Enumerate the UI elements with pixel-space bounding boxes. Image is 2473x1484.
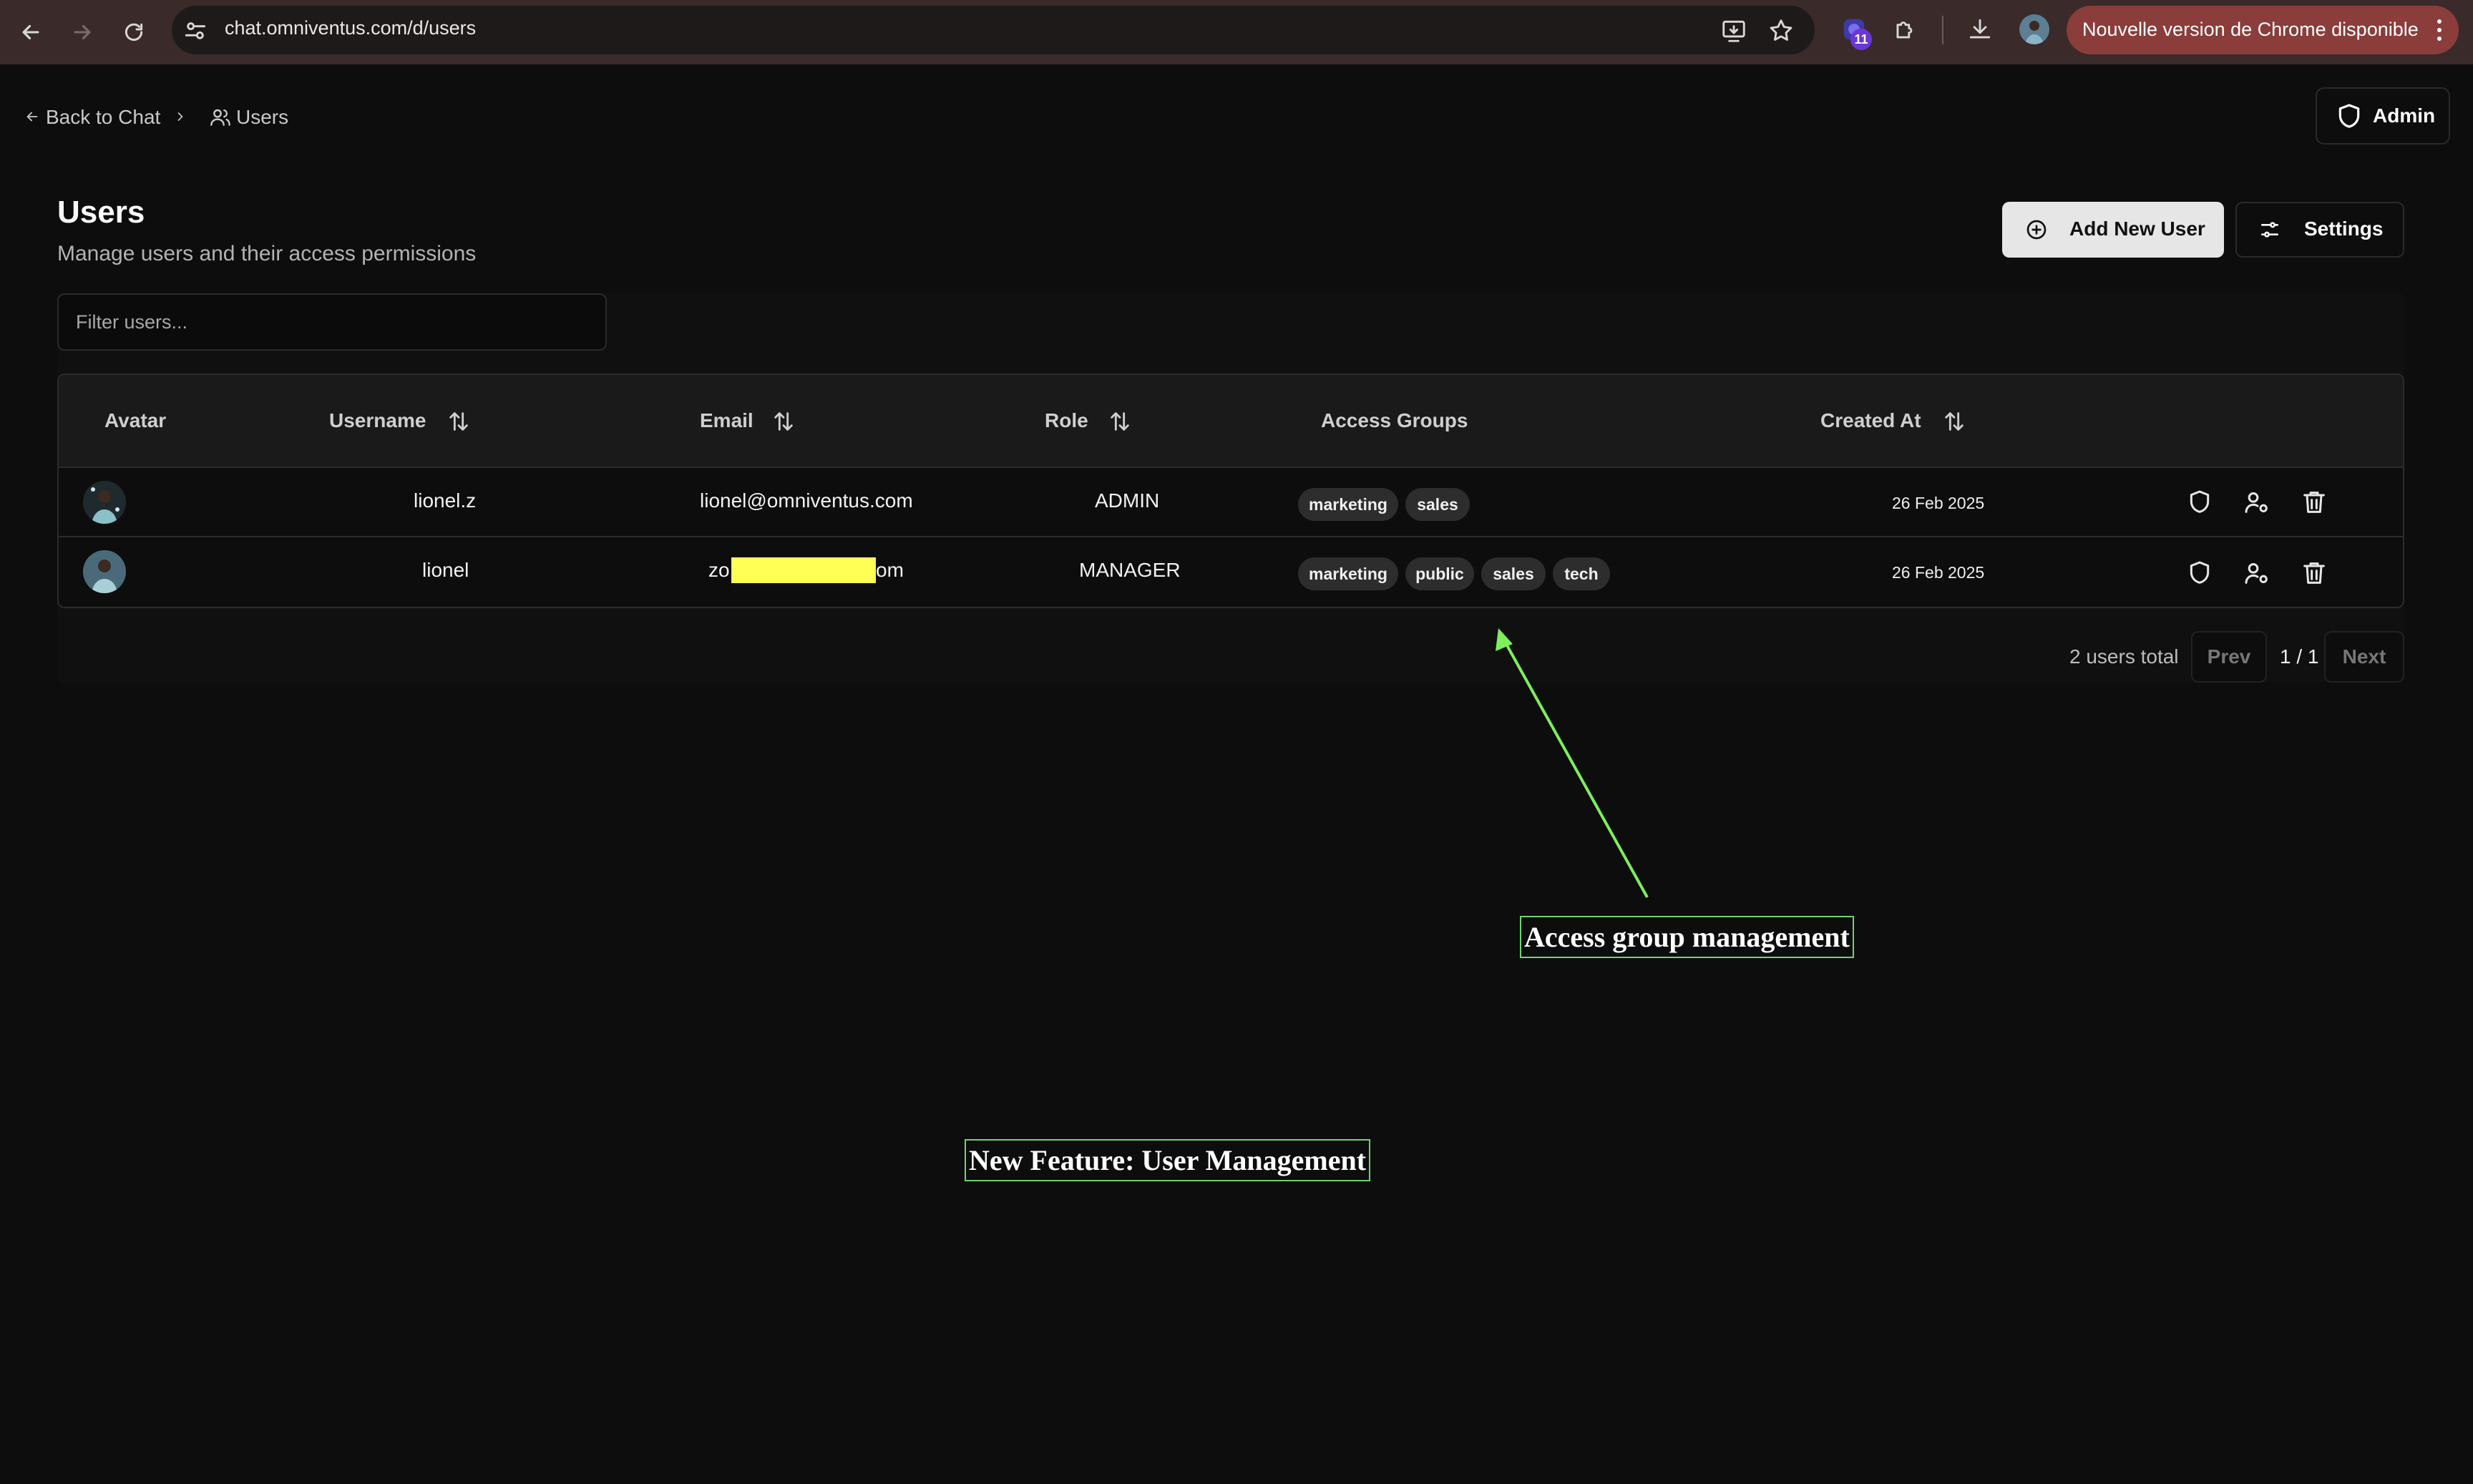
forward-arrow-icon[interactable] — [66, 16, 99, 49]
extensions-puzzle-icon[interactable] — [1892, 16, 1919, 43]
email-cell: lionel@omniventus.com — [700, 489, 913, 512]
created-at-cell: 26 Feb 2025 — [1892, 563, 1985, 582]
role-cell: ADMIN — [1095, 489, 1160, 512]
column-header-role[interactable]: Role — [1045, 409, 1088, 432]
annotation-access-groups: Access group management — [1520, 916, 1854, 958]
bookmark-star-icon[interactable] — [1767, 17, 1795, 44]
annotation-arrow — [1496, 628, 1649, 898]
user-cog-icon[interactable] — [2243, 559, 2271, 587]
chevron-right-icon — [173, 109, 187, 125]
column-header-created-at[interactable]: Created At — [1820, 409, 1921, 432]
access-group-tag: tech — [1553, 557, 1610, 590]
email-cell-suffix: om — [876, 559, 904, 581]
sort-icon[interactable] — [1942, 409, 1966, 434]
users-icon — [209, 106, 232, 129]
page-subtitle: Manage users and their access permission… — [57, 242, 477, 265]
sort-icon[interactable] — [447, 409, 471, 434]
access-group-tag: marketing — [1298, 488, 1398, 521]
sort-icon[interactable] — [1108, 409, 1132, 434]
redaction-highlight — [731, 557, 876, 583]
created-at-cell: 26 Feb 2025 — [1892, 494, 1985, 512]
breadcrumb-current: Users — [236, 106, 289, 128]
sort-icon[interactable] — [771, 409, 796, 434]
chrome-menu-icon[interactable] — [2434, 17, 2444, 43]
shield-icon — [2336, 102, 2363, 130]
back-to-chat-link[interactable]: Back to Chat — [46, 106, 160, 129]
add-new-user-label: Add New User — [2069, 218, 2205, 240]
table-row: lionel.z lionel@omniventus.com ADMIN mar… — [59, 468, 2403, 537]
admin-label: Admin — [2373, 104, 2436, 127]
access-group-tag: sales — [1405, 488, 1470, 521]
users-total: 2 users total — [2069, 645, 2179, 668]
column-header-avatar: Avatar — [104, 409, 167, 431]
shield-icon[interactable] — [2185, 559, 2214, 587]
filter-users-input[interactable] — [57, 293, 607, 351]
next-page-button[interactable]: Next — [2324, 631, 2404, 683]
column-header-email[interactable]: Email — [700, 409, 753, 432]
back-arrow-icon[interactable] — [14, 16, 47, 49]
role-cell: MANAGER — [1079, 559, 1181, 581]
username-cell: lionel — [422, 559, 469, 581]
username-cell: lionel.z — [414, 489, 477, 512]
reload-icon[interactable] — [117, 16, 150, 49]
plus-circle-icon — [2025, 218, 2048, 241]
extension-badge: 11 — [1850, 29, 1872, 50]
chrome-update-label: Nouvelle version de Chrome disponible — [2082, 19, 2419, 40]
access-group-tag: marketing — [1298, 557, 1398, 590]
access-group-tag: sales — [1481, 557, 1546, 590]
user-cog-icon[interactable] — [2243, 488, 2271, 517]
shield-icon[interactable] — [2185, 488, 2214, 517]
email-cell-prefix: zo — [708, 559, 730, 581]
site-info-icon[interactable] — [182, 17, 209, 44]
url-text[interactable]: chat.omniventus.com/d/users — [225, 17, 476, 39]
annotation-new-feature: New Feature: User Management — [965, 1139, 1371, 1181]
users-table: Avatar Username Email Role Access Groups… — [57, 374, 2404, 608]
table-header: Avatar Username Email Role Access Groups… — [59, 375, 2403, 468]
column-header-access-groups: Access Groups — [1321, 409, 1468, 431]
prev-page-button[interactable]: Prev — [2191, 631, 2267, 683]
table-row: lionel zo om MANAGER marketing public sa… — [59, 539, 2403, 607]
avatar — [83, 481, 126, 524]
install-app-icon[interactable] — [1720, 17, 1747, 44]
trash-icon[interactable] — [2300, 559, 2328, 587]
page-title: Users — [57, 195, 145, 230]
column-header-username[interactable]: Username — [329, 409, 426, 432]
profile-avatar[interactable] — [2019, 14, 2049, 44]
trash-icon[interactable] — [2300, 488, 2328, 517]
avatar — [83, 550, 126, 593]
toolbar-divider — [1942, 16, 1943, 44]
arrow-left-icon[interactable] — [24, 109, 40, 125]
downloads-icon[interactable] — [1966, 16, 1994, 43]
page-indicator: 1 / 1 — [2280, 645, 2319, 668]
sliders-icon — [2258, 218, 2281, 241]
settings-label: Settings — [2304, 218, 2384, 240]
access-group-tag: public — [1405, 557, 1474, 590]
